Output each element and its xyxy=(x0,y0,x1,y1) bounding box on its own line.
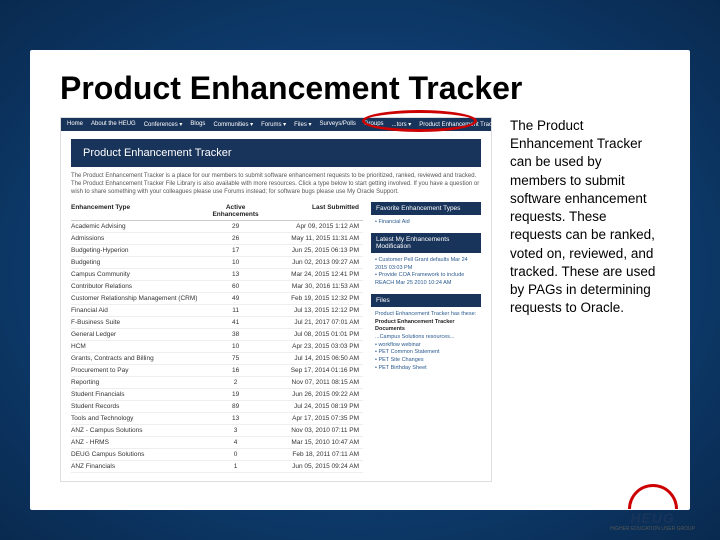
file-link[interactable]: • workflow webinar xyxy=(375,342,477,350)
heug-logo: HEUG HIGHER EDUCATION USER GROUP xyxy=(610,484,695,532)
latest-mods-header: Latest My Enhancements Modification xyxy=(371,233,481,253)
file-link[interactable]: • PET Site Changes xyxy=(375,357,477,365)
table-row[interactable]: Procurement to Pay16Sep 17, 2014 01:16 P… xyxy=(71,365,363,377)
table-row[interactable]: DEUG Campus Solutions0Feb 18, 2011 07:11… xyxy=(71,449,363,461)
page-intro: The Product Enhancement Tracker is a pla… xyxy=(71,173,481,196)
table-row[interactable]: General Ledger38Jul 08, 2015 01:01 PM xyxy=(71,329,363,341)
table-row[interactable]: Budgeting10Jun 02, 2013 09:27 AM xyxy=(71,257,363,269)
table-row[interactable]: ANZ - HRMS4Mar 15, 2010 10:47 AM xyxy=(71,437,363,449)
table-row[interactable]: ANZ - Campus Solutions3Nov 03, 2010 07:1… xyxy=(71,425,363,437)
slide-title: Product Enhancement Tracker xyxy=(60,70,660,107)
col-date: Last Submitted xyxy=(263,204,363,218)
favorite-types-header: Favorite Enhancement Types xyxy=(371,202,481,215)
nav-groups[interactable]: Groups xyxy=(364,121,384,128)
embedded-screenshot: Home About the HEUG Conferences ▾ Blogs … xyxy=(60,117,492,482)
files-intro: Product Enhancement Tracker has these: xyxy=(375,311,477,319)
table-row[interactable]: Student Financials19Jun 26, 2015 09:22 A… xyxy=(71,389,363,401)
table-row[interactable]: Budgeting-Hyperion17Jun 25, 2015 06:13 P… xyxy=(71,245,363,257)
nav-conferences[interactable]: Conferences ▾ xyxy=(144,121,183,128)
table-row[interactable]: Admissions26May 11, 2015 11:31 AM xyxy=(71,233,363,245)
page-banner: Product Enhancement Tracker xyxy=(71,139,481,167)
table-row[interactable]: Student Records89Jul 24, 2015 08:19 PM xyxy=(71,401,363,413)
latest-item[interactable]: • Customer Pell Grant defaults Mar 24 20… xyxy=(375,257,477,272)
nav-files[interactable]: Files ▾ xyxy=(294,121,311,128)
col-count: Active Enhancements xyxy=(208,204,263,218)
table-row[interactable]: ANZ Financials1Jun 05, 2015 09:24 AM xyxy=(71,461,363,473)
nav-blogs[interactable]: Blogs xyxy=(190,121,205,128)
table-row[interactable]: Tools and Technology13Apr 17, 2015 07:35… xyxy=(71,413,363,425)
latest-item[interactable]: • Provide COA Framework to include REACH… xyxy=(375,272,477,287)
table-row[interactable]: Reporting2Nov 07, 2011 08:15 AM xyxy=(71,377,363,389)
table-row[interactable]: Customer Relationship Management (CRM)49… xyxy=(71,293,363,305)
table-row[interactable]: Financial Aid11Jul 13, 2015 12:12 PM xyxy=(71,305,363,317)
slide-callout: The Product Enhancement Tracker can be u… xyxy=(510,117,660,482)
nav-forums[interactable]: Forums ▾ xyxy=(261,121,286,128)
table-row[interactable]: Contributor Relations60Mar 30, 2016 11:5… xyxy=(71,281,363,293)
files-heading: Product Enhancement Tracker Documents xyxy=(375,319,477,334)
table-row[interactable]: Grants, Contracts and Billing75Jul 14, 2… xyxy=(71,353,363,365)
nav-pet[interactable]: Product Enhancement Tracker ▾ xyxy=(419,121,505,128)
file-link[interactable]: • PET Common Statement xyxy=(375,349,477,357)
files-sub: ...Campus Solutions resources... xyxy=(375,334,477,342)
file-link[interactable]: • PET Birthday Sheet xyxy=(375,365,477,373)
nav-tors[interactable]: ...tors ▾ xyxy=(392,121,412,128)
table-row[interactable]: HCM10Apr 23, 2015 03:03 PM xyxy=(71,341,363,353)
logo-subtitle: HIGHER EDUCATION USER GROUP xyxy=(610,526,695,532)
nav-home[interactable]: Home xyxy=(67,121,83,128)
top-nav: Home About the HEUG Conferences ▾ Blogs … xyxy=(61,118,491,131)
nav-communities[interactable]: Communities ▾ xyxy=(213,121,253,128)
nav-surveys[interactable]: Surveys/Polls xyxy=(320,121,356,128)
files-header: Files xyxy=(371,294,481,307)
logo-text: HEUG xyxy=(610,510,695,526)
col-type: Enhancement Type xyxy=(71,204,208,218)
table-row[interactable]: Campus Community13Mar 24, 2015 12:41 PM xyxy=(71,269,363,281)
table-row[interactable]: Academic Advising29Apr 09, 2015 1:12 AM xyxy=(71,221,363,233)
enhancement-table: Enhancement Type Active Enhancements Las… xyxy=(71,202,363,473)
favorite-item[interactable]: • Financial Aid xyxy=(371,217,481,233)
nav-about[interactable]: About the HEUG xyxy=(91,121,136,128)
table-row[interactable]: F-Business Suite41Jul 21, 2017 07:01 AM xyxy=(71,317,363,329)
